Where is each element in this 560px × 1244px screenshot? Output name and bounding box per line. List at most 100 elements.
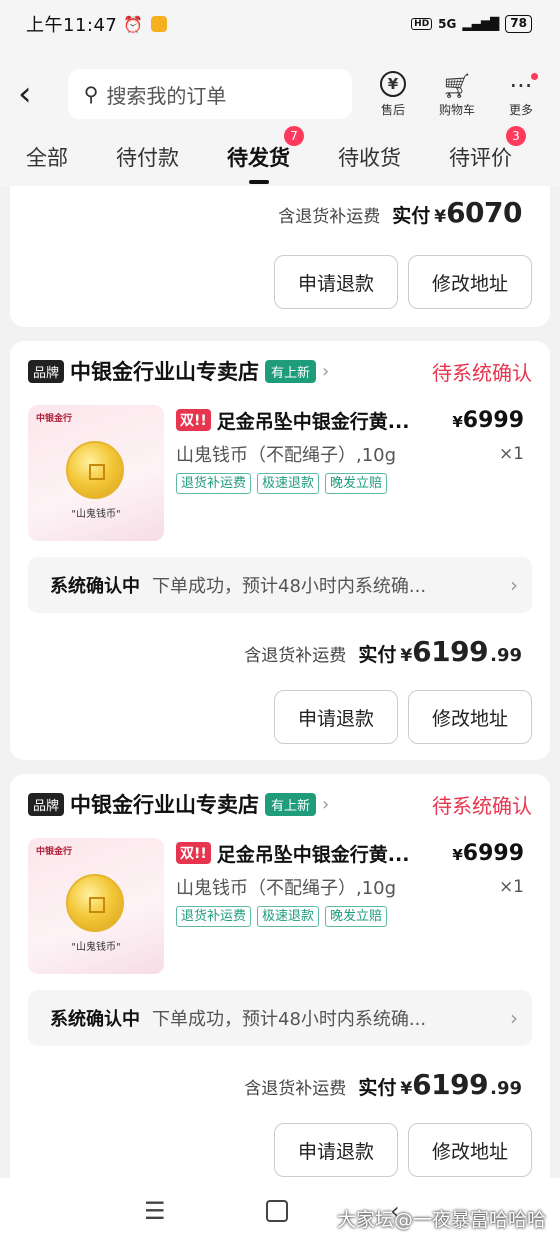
service-tag: 退货补运费 [176,473,252,494]
total-note: 含退货补运费 [244,1079,347,1099]
service-tag: 退货补运费 [176,906,252,927]
more-icon: ··· [510,71,539,101]
total-currency: ¥ [400,646,413,666]
shop-row[interactable]: 品牌 中银金行业山专卖店 有上新 › 待系统确认 [28,774,532,834]
tab-all[interactable]: 全部 [26,140,68,172]
more-label: 更多 [508,102,533,117]
edit-address-button[interactable]: 修改地址 [408,690,532,744]
order-card: 品牌 中银金行业山专卖店 有上新 › 待系统确认 中银金行 "山鬼钱币" 双!!… [10,774,550,1193]
refund-button[interactable]: 申请退款 [274,1123,398,1177]
double-tag: 双!! [176,842,211,864]
button-row: 申请退款 修改地址 [28,1123,532,1177]
title-row: 双!! 足金吊坠中银金行黄... ¥6999 [176,405,532,435]
refund-button[interactable]: 申请退款 [274,690,398,744]
total-note: 含退货补运费 [244,646,347,666]
brand-tag: 品牌 [28,359,65,383]
system-confirm-box[interactable]: 系统确认中 下单成功，预计48小时内系统确... › [28,990,532,1046]
more-button[interactable]: ··· 更多 [496,71,546,118]
system-confirm-box[interactable]: 系统确认中 下单成功，预计48小时内系统确... › [28,557,532,613]
alarm-icon: ⏰ [123,14,144,34]
after-sales-button[interactable]: ¥ 售后 [368,70,418,118]
item-spec: 山鬼钱币（不配绳子）,10g [176,878,397,899]
system-confirm-value: 下单成功，预计48小时内系统确... [152,576,427,597]
item-info: 双!! 足金吊坠中银金行黄... ¥6999 山鬼钱币（不配绳子）,10g ×1… [176,405,532,541]
cart-button[interactable]: 🛒︎ 购物车 [432,71,482,118]
network-label: 5G [438,17,457,31]
cart-label: 购物车 [438,102,475,117]
system-confirm-value: 下单成功，预计48小时内系统确... [152,1009,427,1030]
status-bar: 上午11:47 ⏰ HD 5G ▂▄▆█ 78 [0,0,560,48]
header-actions: ¥ 售后 🛒︎ 购物车 ··· 更多 [368,70,546,118]
button-row: 申请退款 修改地址 [28,690,532,744]
product-thumbnail[interactable]: 中银金行 "山鬼钱币" [28,405,164,541]
price-currency: ¥ [452,845,463,864]
tab-pending-receipt-label: 待收货 [338,146,401,170]
total-row: 含退货补运费 实付 ¥ 6070 [28,196,532,229]
edit-address-button[interactable]: 修改地址 [408,1123,532,1177]
total-amount: 6070 [446,196,522,229]
order-status: 待系统确认 [432,360,532,385]
chevron-left-icon[interactable]: ‹ [18,77,56,111]
thumb-caption: "山鬼钱币" [71,942,121,953]
tab-all-label: 全部 [26,146,68,170]
shop-row[interactable]: 品牌 中银金行业山专卖店 有上新 › 待系统确认 [28,341,532,401]
hd-badge: HD [411,18,433,30]
status-time: 上午11:47 [26,15,118,36]
home-icon[interactable] [266,1200,288,1222]
order-status: 待系统确认 [432,793,532,818]
service-tag: 晚发立赔 [325,473,388,494]
tab-pending-receipt[interactable]: 待收货 [338,140,401,172]
coin-image [66,874,124,932]
battery-icon: 78 [505,15,532,33]
product-thumbnail[interactable]: 中银金行 "山鬼钱币" [28,838,164,974]
total-currency: ¥ [434,207,447,227]
tab-pending-payment-label: 待付款 [116,146,179,170]
total-label: 实付 [358,1077,397,1099]
title-row: 双!! 足金吊坠中银金行黄... ¥6999 [176,838,532,868]
tab-pending-review[interactable]: 待评价 3 [449,126,526,172]
item-spec: 山鬼钱币（不配绳子）,10g [176,445,397,466]
price-value: 6999 [462,407,524,433]
service-tag: 极速退款 [257,906,320,927]
spec-row: 山鬼钱币（不配绳子）,10g ×1 [176,874,532,900]
refund-button[interactable]: 申请退款 [274,255,398,309]
total-row: 含退货补运费 实付 ¥ 6199 .99 [28,635,532,668]
tab-badge: 7 [284,126,304,146]
service-tag: 晚发立赔 [325,906,388,927]
chevron-right-icon: › [510,1006,518,1030]
thumb-brand: 中银金行 [36,847,73,857]
item-info: 双!! 足金吊坠中银金行黄... ¥6999 山鬼钱币（不配绳子）,10g ×1… [176,838,532,974]
item-price: ¥6999 [452,408,532,433]
menu-icon[interactable]: ☰ [144,1197,166,1225]
new-tag: 有上新 [265,359,317,383]
more-dot [531,72,539,80]
tab-pending-shipment[interactable]: 待发货 7 [227,126,304,184]
total-cents: .99 [490,1078,522,1099]
price-value: 6999 [462,840,524,866]
tab-pending-review-label: 待评价 [449,146,512,170]
item-price: ¥6999 [452,841,532,866]
total-currency: ¥ [400,1079,413,1099]
total-note: 含退货补运费 [278,207,381,227]
total-cents: .99 [490,645,522,666]
spec-row: 山鬼钱币（不配绳子）,10g ×1 [176,441,532,467]
total-row: 含退货补运费 实付 ¥ 6199 .99 [28,1068,532,1101]
total-label: 实付 [358,644,397,666]
order-item[interactable]: 中银金行 "山鬼钱币" 双!! 足金吊坠中银金行黄... ¥6999 山鬼钱币（… [28,834,532,974]
edit-address-button[interactable]: 修改地址 [408,255,532,309]
service-tag: 极速退款 [257,473,320,494]
search-input[interactable]: ⚲ 搜索我的订单 [67,69,352,119]
order-item[interactable]: 中银金行 "山鬼钱币" 双!! 足金吊坠中银金行黄... ¥6999 山鬼钱币（… [28,401,532,541]
shop-name: 中银金行业山专卖店 [70,360,260,384]
total-amount: 6199 [412,1068,489,1101]
brand-tag: 品牌 [28,792,65,816]
signal-icon: ▂▄▆█ [462,17,500,31]
chevron-right-icon: › [510,573,518,597]
order-card-partial: 含退货补运费 实付 ¥ 6070 申请退款 修改地址 [10,186,550,327]
new-tag: 有上新 [265,792,317,816]
tab-badge: 3 [506,126,526,146]
service-tags: 退货补运费 极速退款 晚发立赔 [176,906,532,927]
system-confirm-key: 系统确认中 [50,1009,140,1030]
order-tabs: 全部 待付款 待发货 7 待收货 待评价 3 [0,126,560,184]
tab-pending-payment[interactable]: 待付款 [116,140,179,172]
